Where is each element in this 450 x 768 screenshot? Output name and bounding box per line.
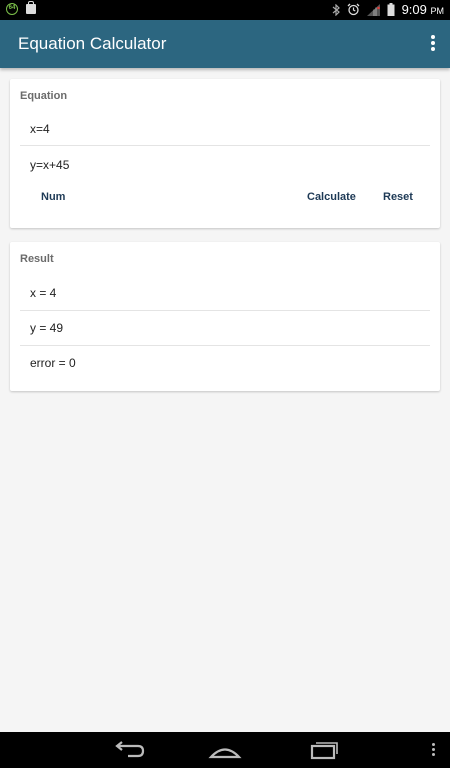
status-right: 9:09 PM — [332, 2, 444, 17]
overflow-menu-icon[interactable] — [430, 35, 436, 53]
calculate-button[interactable]: Calculate — [307, 191, 356, 203]
status-bar: 64 9:09 PM — [0, 0, 450, 20]
equation-label: Equation — [20, 90, 68, 102]
result-line-3: error = 0 — [30, 356, 76, 370]
app-bar: Equation Calculator — [0, 20, 450, 68]
signal-icon — [366, 3, 380, 16]
recent-apps-icon[interactable] — [302, 738, 342, 762]
status-time: 9:09 PM — [402, 2, 444, 17]
back-icon[interactable] — [108, 738, 148, 762]
equation-line-1[interactable]: x=4 — [20, 112, 430, 146]
battery-icon — [387, 3, 395, 16]
status-left: 64 — [6, 1, 36, 15]
result-line-1: x = 4 — [20, 276, 430, 311]
bag-icon — [26, 1, 36, 14]
num-button[interactable]: Num — [41, 191, 65, 203]
equation-card: Equation x=4 y=x+45 Num Calculate Reset — [10, 79, 440, 228]
time-ampm: PM — [430, 6, 445, 16]
result-line-2: y = 49 — [20, 311, 430, 346]
result-card: Result x = 4 y = 49 error = 0 — [10, 242, 440, 391]
nav-bar — [0, 732, 450, 768]
result-label: Result — [20, 253, 54, 265]
app-notification-icon: 64 — [6, 3, 18, 15]
equation-line-2[interactable]: y=x+45 — [20, 148, 430, 182]
reset-button[interactable]: Reset — [383, 191, 413, 203]
bluetooth-icon — [332, 3, 340, 16]
app-title: Equation Calculator — [18, 34, 167, 53]
time-value: 9:09 — [401, 2, 427, 17]
alarm-icon — [347, 3, 360, 16]
home-icon[interactable] — [205, 738, 245, 762]
notification-badge: 64 — [8, 5, 16, 11]
menu-icon[interactable] — [432, 743, 436, 757]
